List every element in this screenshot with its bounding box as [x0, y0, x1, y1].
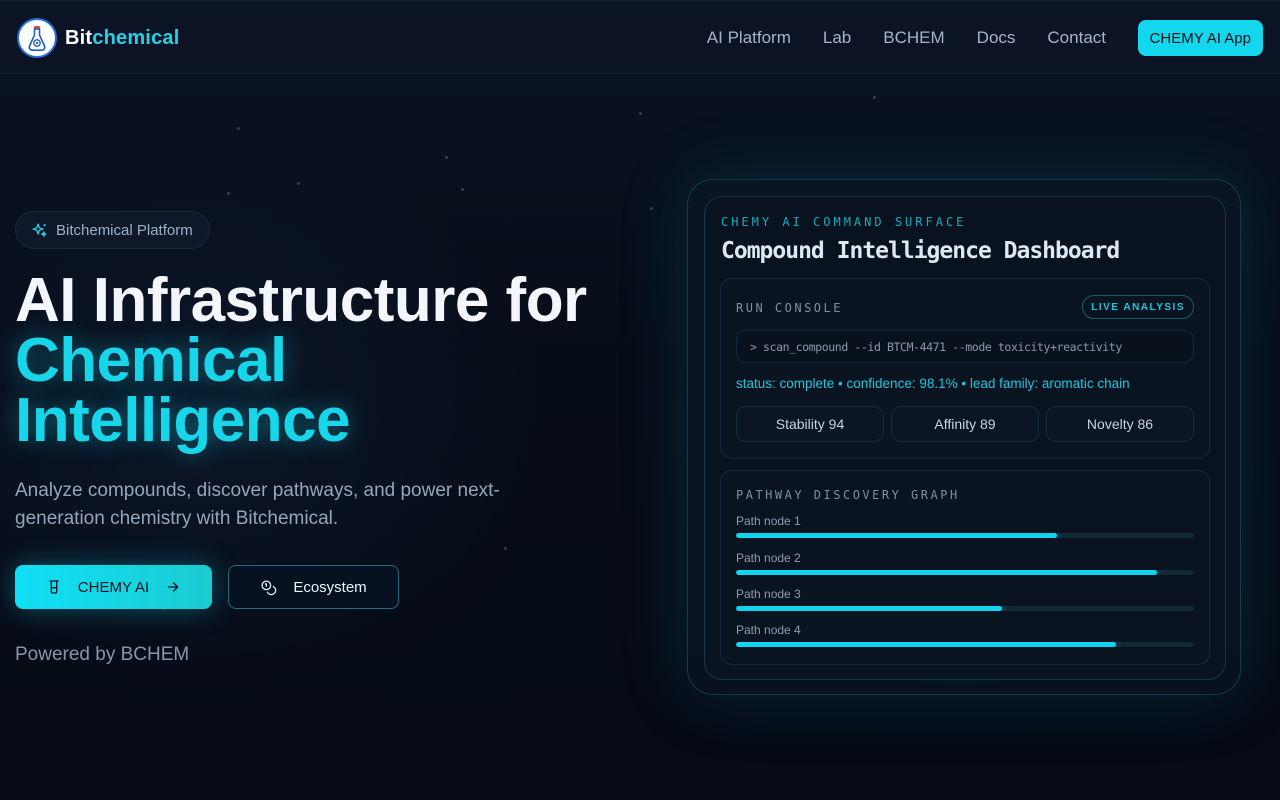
platform-badge: Bitchemical Platform — [15, 211, 210, 249]
path-node-track — [736, 570, 1194, 575]
platform-badge-label: Bitchemical Platform — [56, 221, 193, 239]
nav-links: AI Platform Lab BCHEM Docs Contact — [675, 1, 1106, 75]
path-node-fill — [736, 533, 1057, 538]
dashboard-eyebrow: CHEMY AI COMMAND SURFACE — [721, 215, 967, 229]
hero-title: AI Infrastructure for Chemical Intellige… — [15, 266, 635, 455]
hero-title-line3: Intelligence — [15, 386, 351, 455]
nav-link-lab[interactable]: Lab — [823, 28, 851, 48]
hero-section: Bitchemical Platform AI Infrastructure f… — [15, 211, 635, 666]
dashboard-card: CHEMY AI COMMAND SURFACE Compound Intell… — [687, 179, 1241, 695]
run-console-panel: RUN CONSOLE LIVE ANALYSIS > scan_compoun… — [720, 278, 1210, 459]
console-command-line: > scan_compound --id BTCM-4471 --mode to… — [736, 330, 1194, 363]
nav-link-contact[interactable]: Contact — [1047, 28, 1106, 48]
path-node-label: Path node 4 — [736, 623, 801, 637]
dashboard-title: Compound Intelligence Dashboard — [721, 238, 1120, 264]
hero-actions: CHEMY AI Ecosystem — [15, 565, 635, 609]
metric-novelty: Novelty 86 — [1046, 406, 1194, 442]
pathway-graph-panel: PATHWAY DISCOVERY GRAPH Path node 1 Path… — [720, 470, 1210, 665]
ecosystem-button[interactable]: Ecosystem — [228, 565, 399, 609]
beaker-icon — [49, 580, 59, 594]
path-node-fill — [736, 570, 1158, 575]
dashboard-inner-card: CHEMY AI COMMAND SURFACE Compound Intell… — [704, 196, 1226, 680]
path-node: Path node 1 — [736, 514, 1194, 538]
path-node: Path node 2 — [736, 551, 1194, 575]
metrics-row: Stability 94 Affinity 89 Novelty 86 — [736, 406, 1194, 442]
nav-link-docs[interactable]: Docs — [977, 28, 1016, 48]
background-star — [297, 182, 300, 185]
arrow-right-icon — [167, 582, 179, 592]
nav-link-bchem[interactable]: BCHEM — [883, 28, 944, 48]
metric-affinity: Affinity 89 — [891, 406, 1039, 442]
brand-name: Bitchemical — [65, 27, 179, 50]
metric-stability: Stability 94 — [736, 406, 884, 442]
coins-icon — [261, 579, 277, 595]
flask-logo-icon — [17, 18, 57, 58]
path-node-label: Path node 1 — [736, 514, 801, 528]
path-node-track — [736, 533, 1194, 538]
pathway-graph-label: PATHWAY DISCOVERY GRAPH — [736, 488, 960, 502]
hero-subtitle: Analyze compounds, discover pathways, an… — [15, 480, 500, 529]
path-node-fill — [736, 642, 1117, 647]
nav-link-ai-platform[interactable]: AI Platform — [707, 28, 791, 48]
brand-name-part1: Bit — [65, 26, 93, 49]
background-star — [873, 96, 876, 99]
hero-title-line2: Chemical — [15, 326, 287, 395]
hero-title-line1: AI Infrastructure for — [15, 266, 587, 335]
chemy-ai-button-label: CHEMY AI — [77, 578, 150, 596]
powered-by-text: Powered by BCHEM — [15, 644, 190, 665]
brand-name-part2: chemical — [92, 26, 180, 49]
console-status-text: status: complete • confidence: 98.1% • l… — [736, 376, 1130, 391]
ecosystem-button-label: Ecosystem — [293, 578, 367, 596]
sparkles-icon — [32, 222, 47, 237]
background-star — [237, 127, 240, 130]
run-console-label: RUN CONSOLE — [736, 301, 843, 315]
background-star — [650, 207, 653, 210]
path-node-fill — [736, 606, 1002, 611]
path-node: Path node 4 — [736, 623, 1194, 647]
path-node-track — [736, 606, 1194, 611]
path-node-track — [736, 642, 1194, 647]
background-star — [639, 112, 642, 115]
path-node: Path node 3 — [736, 587, 1194, 611]
path-node-label: Path node 3 — [736, 587, 801, 601]
live-analysis-badge: LIVE ANALYSIS — [1082, 295, 1194, 319]
top-navigation-bar: Bitchemical AI Platform Lab BCHEM Docs C… — [0, 0, 1280, 74]
path-node-label: Path node 2 — [736, 551, 801, 565]
background-star — [461, 188, 464, 191]
background-star — [227, 192, 230, 195]
chemy-ai-button[interactable]: CHEMY AI — [15, 565, 212, 609]
brand[interactable]: Bitchemical — [17, 18, 179, 58]
chemy-ai-app-button[interactable]: CHEMY AI App — [1137, 20, 1263, 56]
background-star — [445, 156, 448, 159]
